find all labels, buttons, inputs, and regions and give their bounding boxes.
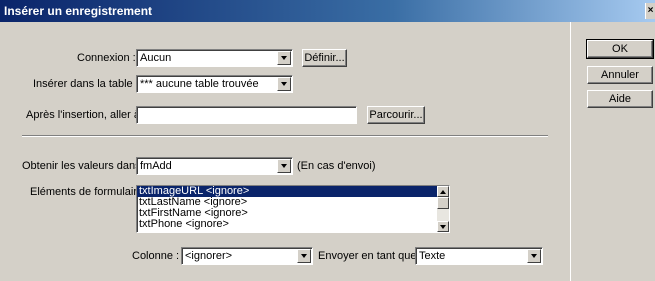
scroll-down-icon[interactable] bbox=[437, 221, 449, 232]
table-value: *** aucune table trouvée bbox=[140, 78, 259, 90]
send-as-select[interactable]: Texte bbox=[415, 247, 543, 265]
send-as-label: Envoyer en tant que : bbox=[318, 250, 423, 262]
submit-note: (En cas d'envoi) bbox=[297, 160, 376, 172]
values-from-value: fmAdd bbox=[140, 160, 172, 172]
table-select[interactable]: *** aucune table trouvée bbox=[136, 75, 293, 93]
form-elements-list[interactable]: txtImageURL <ignore> txtLastName <ignore… bbox=[136, 185, 450, 233]
values-from-label: Obtenir les valeurs dans : bbox=[22, 160, 147, 172]
after-insert-label: Après l'insertion, aller à : bbox=[26, 109, 147, 121]
table-label: Insérer dans la table : bbox=[33, 78, 139, 90]
chevron-down-icon[interactable] bbox=[277, 51, 291, 65]
browse-button[interactable]: Parcourir... bbox=[367, 106, 425, 124]
column-value: <ignorer> bbox=[185, 250, 233, 262]
column-label: Colonne : bbox=[132, 250, 180, 262]
chevron-down-icon[interactable] bbox=[277, 159, 291, 173]
scroll-up-icon[interactable] bbox=[437, 186, 449, 197]
help-button[interactable]: Aide bbox=[587, 90, 653, 108]
ok-button[interactable]: OK bbox=[586, 39, 654, 59]
connexion-label: Connexion : bbox=[77, 52, 136, 64]
chevron-down-icon[interactable] bbox=[297, 249, 311, 263]
close-icon[interactable]: × bbox=[645, 3, 655, 19]
chevron-down-icon[interactable] bbox=[277, 77, 291, 91]
form-elements-label: Eléments de formulaire : bbox=[30, 186, 150, 198]
define-button[interactable]: Définir... bbox=[302, 49, 347, 67]
separator bbox=[22, 135, 548, 137]
column-select[interactable]: <ignorer> bbox=[181, 247, 313, 265]
window-title: Insérer un enregistrement bbox=[4, 4, 153, 18]
dialog-buttons-panel bbox=[570, 22, 655, 281]
chevron-down-icon[interactable] bbox=[527, 249, 541, 263]
scroll-thumb[interactable] bbox=[437, 197, 449, 209]
list-item[interactable]: txtPhone <ignore> bbox=[137, 219, 449, 230]
send-as-value: Texte bbox=[419, 250, 446, 262]
connexion-value: Aucun bbox=[140, 52, 172, 64]
values-from-select[interactable]: fmAdd bbox=[136, 157, 293, 175]
list-scrollbar[interactable] bbox=[437, 186, 449, 232]
connexion-select[interactable]: Aucun bbox=[136, 49, 293, 67]
cancel-button[interactable]: Annuler bbox=[587, 66, 653, 84]
after-insert-input[interactable] bbox=[136, 106, 357, 124]
title-bar: Insérer un enregistrement × bbox=[0, 0, 655, 22]
